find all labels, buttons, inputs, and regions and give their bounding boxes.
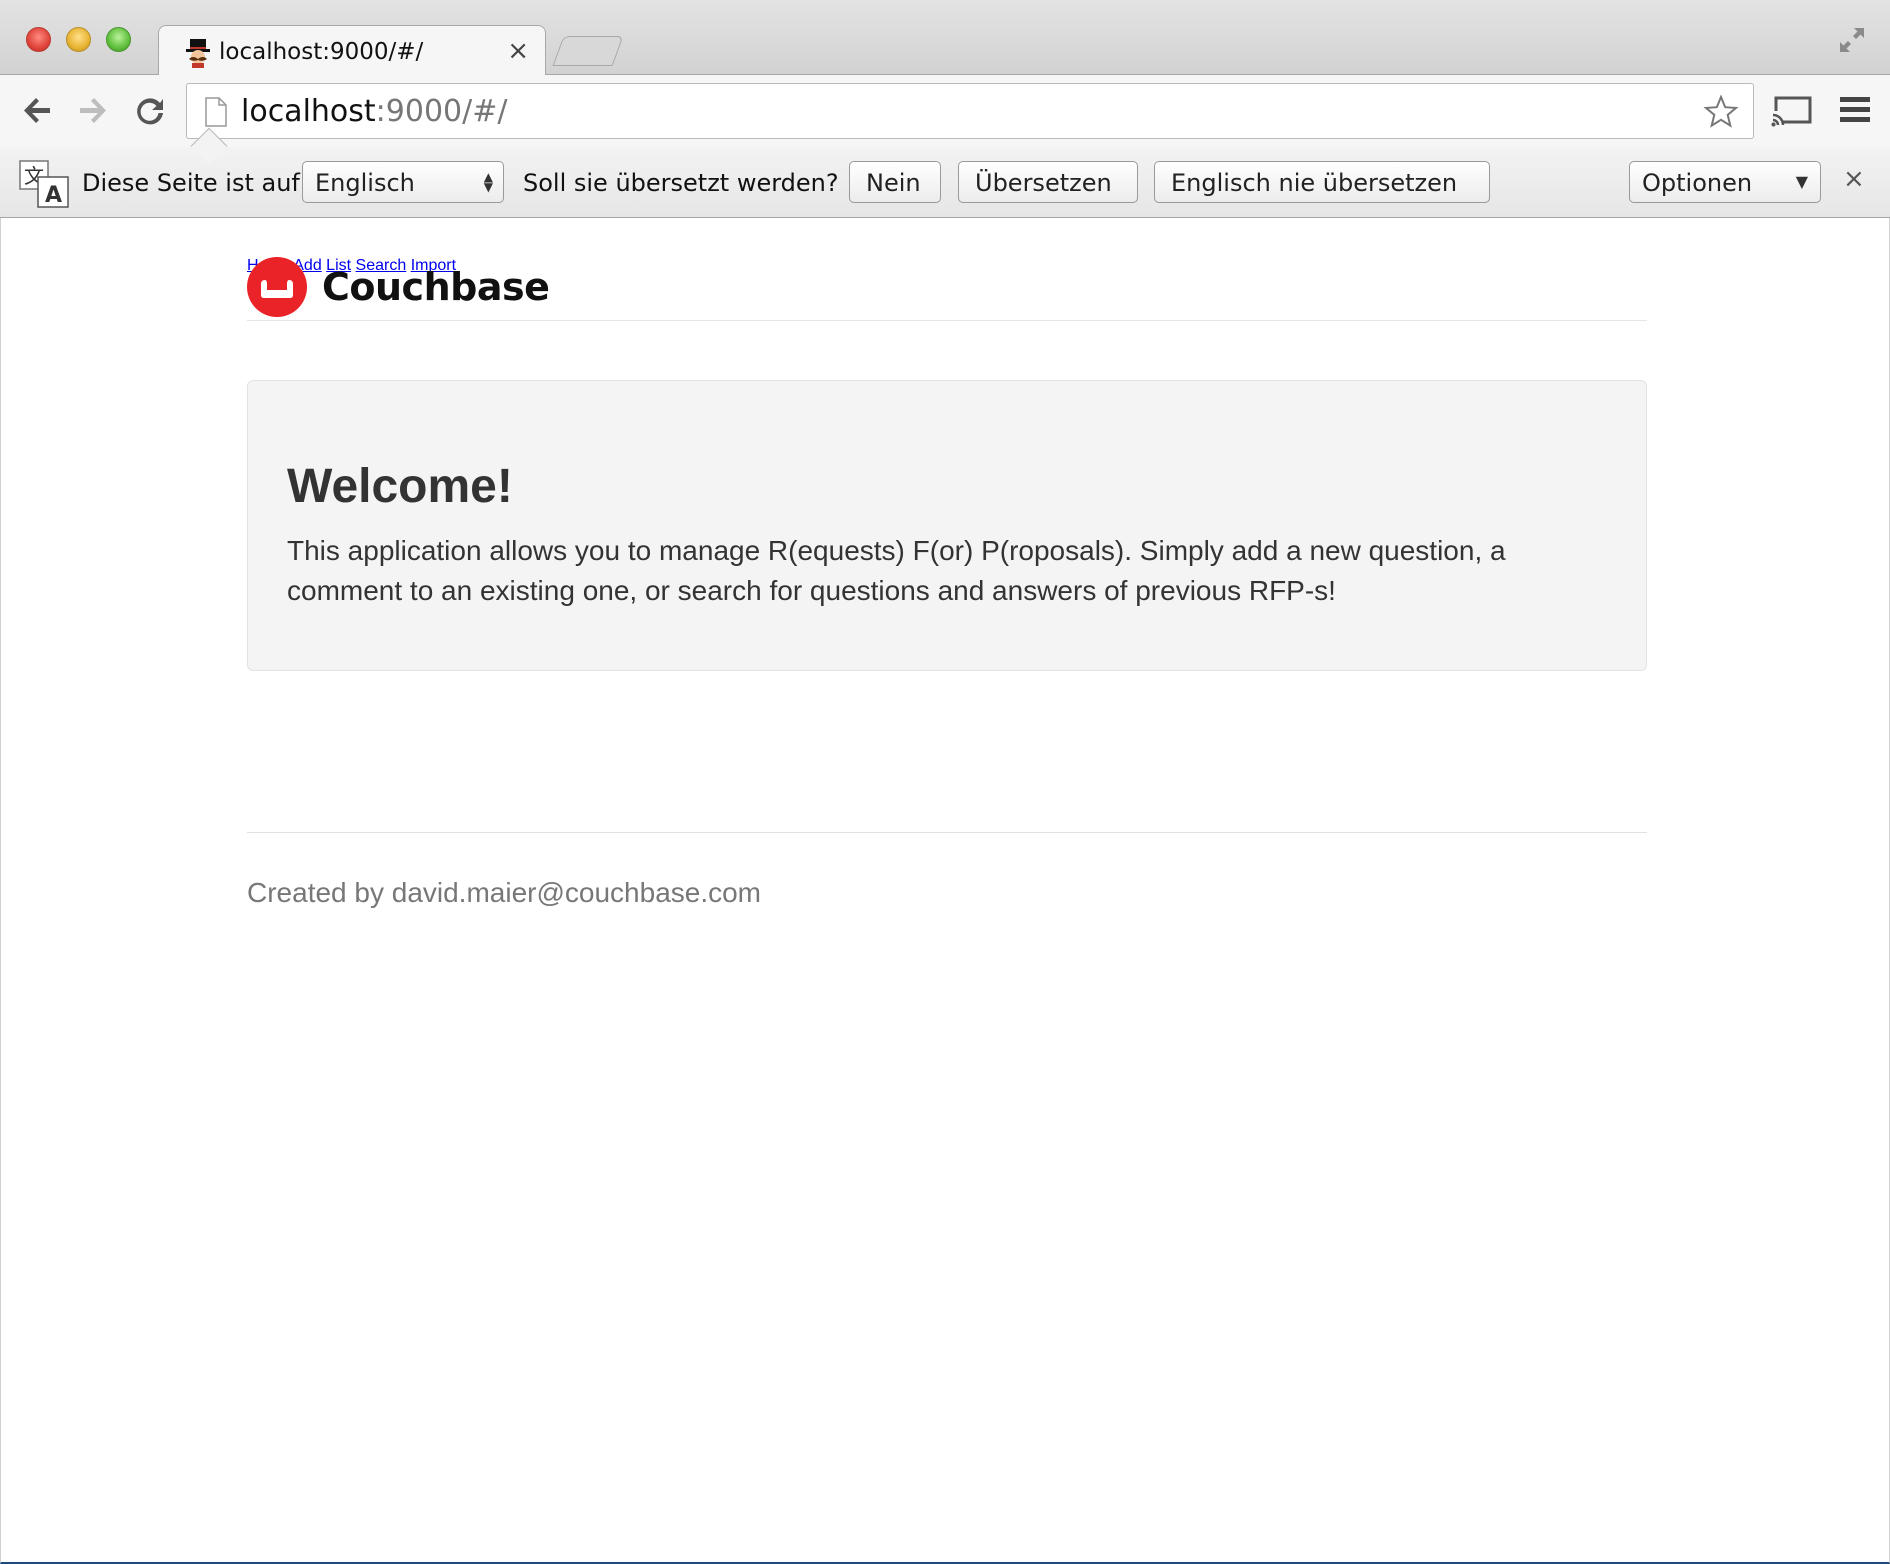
star-icon[interactable]: [1703, 94, 1739, 130]
zoom-window-button[interactable]: [106, 27, 131, 52]
welcome-jumbotron: Welcome! This application allows you to …: [247, 380, 1647, 671]
language-select[interactable]: Englisch ▲ ▼: [302, 161, 504, 203]
new-tab-button[interactable]: [552, 36, 624, 66]
translate-infobar: 文 A Diese Seite ist auf Englisch ▲ ▼ Soll…: [0, 127, 1890, 218]
svg-text:A: A: [45, 183, 62, 208]
footer-divider: [247, 832, 1647, 833]
footer-credit: Created by david.maier@couchbase.com: [247, 877, 762, 908]
page-icon: [205, 97, 227, 127]
options-select[interactable]: Optionen ▼: [1629, 161, 1821, 203]
close-window-button[interactable]: [26, 27, 51, 52]
tab-title: localhost:9000/#/: [219, 39, 424, 65]
welcome-text: This application allows you to manage R(…: [287, 535, 1506, 606]
translate-prefix-text: Diese Seite ist auf: [82, 169, 300, 197]
browser-tab[interactable]: localhost:9000/#/ ×: [158, 25, 546, 77]
translate-question-text: Soll sie übersetzt werden?: [523, 169, 839, 197]
browser-toolbar: localhost:9000/#/: [0, 75, 1890, 147]
updown-arrows-icon: ▲ ▼: [483, 170, 493, 194]
address-bar[interactable]: localhost:9000/#/: [186, 83, 1754, 139]
infobar-close-icon[interactable]: ×: [1843, 164, 1865, 194]
options-select-value: Optionen: [1642, 169, 1753, 197]
brand-name[interactable]: Couchbase: [322, 265, 550, 309]
translate-button[interactable]: Übersetzen: [958, 161, 1138, 203]
tab-strip: localhost:9000/#/ ×: [0, 0, 1890, 77]
site-header: Couchbase Home Add List Search Import: [247, 257, 1647, 321]
caret-down-icon: ▼: [1795, 172, 1808, 191]
language-select-value: Englisch: [315, 169, 415, 197]
translate-icon: 文 A: [19, 160, 69, 208]
page-viewport: Couchbase Home Add List Search Import We…: [0, 218, 1890, 1564]
reload-icon[interactable]: [128, 89, 172, 133]
tab-close-icon[interactable]: ×: [507, 36, 529, 66]
welcome-title: Welcome!: [287, 460, 513, 513]
cast-icon[interactable]: [1770, 93, 1814, 129]
minimize-window-button[interactable]: [66, 27, 91, 52]
back-arrow-icon[interactable]: [16, 89, 60, 133]
url-path: :9000/#/: [375, 94, 508, 129]
couchbase-logo-icon[interactable]: [247, 257, 307, 317]
url-host: localhost: [241, 94, 376, 129]
no-button[interactable]: Nein: [849, 161, 941, 203]
url-text[interactable]: localhost:9000/#/: [241, 94, 507, 129]
never-translate-button[interactable]: Englisch nie übersetzen: [1154, 161, 1490, 203]
forward-arrow-icon[interactable]: [70, 89, 114, 133]
hamburger-menu-icon[interactable]: [1838, 93, 1872, 127]
hat-mustache-favicon-icon: [186, 39, 210, 68]
fullscreen-icon[interactable]: [1836, 24, 1868, 56]
